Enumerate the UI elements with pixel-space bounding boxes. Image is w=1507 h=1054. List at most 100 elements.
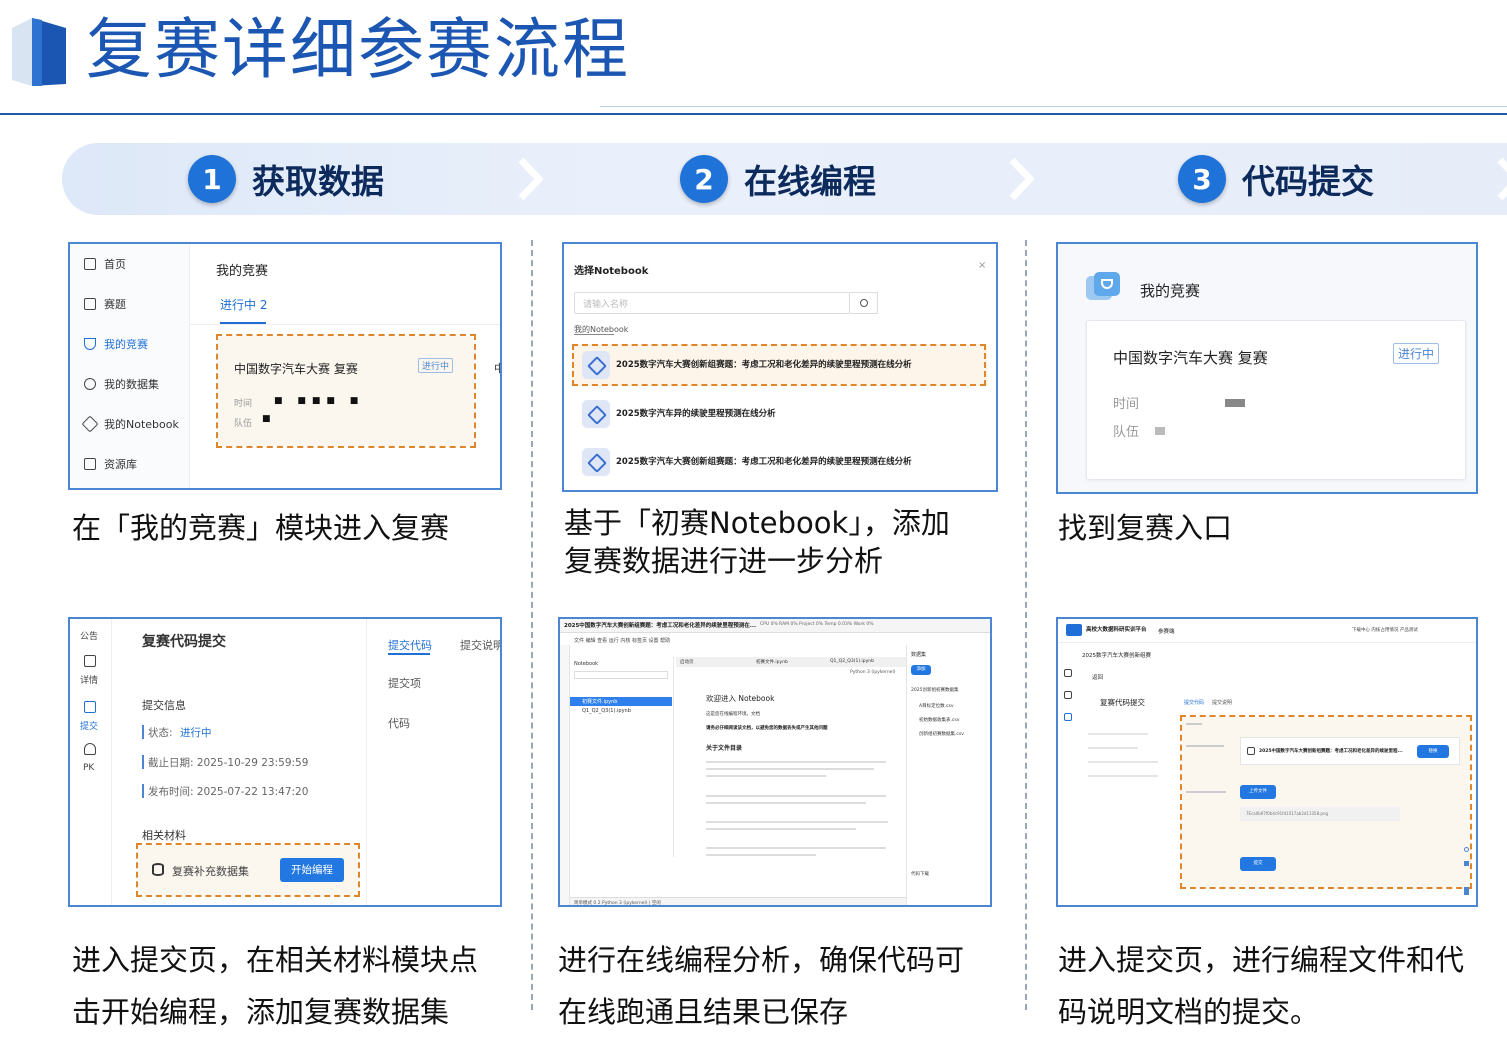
close-icon[interactable]: × — [978, 260, 986, 271]
field-label-code: 代码 — [388, 717, 410, 730]
tab-in-progress[interactable]: 进行中 2 — [220, 296, 267, 313]
home-icon — [84, 258, 96, 270]
notebook-content: 欢迎进入 Notebook 这是您在线编程环境，文档 请务必仔细阅读该文档，以避… — [676, 681, 894, 871]
step-1-label: 获取数据 — [252, 162, 384, 201]
platform-logo-icon — [1066, 624, 1082, 636]
caption-line: 复赛数据进行进一步分析 — [564, 544, 884, 578]
editor-tab[interactable]: 初赛文件.ipynb — [756, 659, 788, 665]
dataset-file[interactable]: 创新组初赛数据集.csv — [919, 731, 964, 737]
time-label: 时间 — [1113, 397, 1140, 412]
breadcrumb: 2025数字汽车大赛创新组赛 — [1082, 653, 1151, 659]
sidebar-item-label: 我的Notebook — [104, 418, 179, 431]
tab-underline — [388, 653, 430, 655]
next-card-edge: 中 — [494, 360, 500, 376]
menu-bar[interactable]: 文件 编辑 查看 运行 内核 标签页 设置 帮助 — [574, 637, 670, 644]
section-heading: 我的竞赛 — [1140, 282, 1201, 300]
notebook-item[interactable]: 2025数字汽车异的续驶里程预测在线分析 — [572, 394, 988, 434]
chevron-right-icon — [1009, 157, 1034, 201]
sidebar-item-label: 我的竞赛 — [104, 338, 148, 351]
sidebar-item-my-competitions[interactable]: 我的竞赛 — [84, 336, 148, 352]
add-dataset-button[interactable]: 添加 — [911, 665, 931, 675]
header-links[interactable]: 下载中心 内核占用情况 产品测试 — [1352, 627, 1418, 633]
search-placeholder: 请输入名称 — [583, 300, 629, 310]
step-3-number: 3 — [1178, 155, 1226, 203]
kernel-name: Python 3 (ipykernel) — [850, 670, 896, 675]
search-input[interactable]: 请输入名称 — [574, 292, 850, 314]
card-title: 中国数字汽车大赛 复赛 — [1113, 349, 1268, 367]
file-row-selected[interactable]: 初赛文件.ipynb — [570, 697, 672, 706]
team-label: 队伍 — [1113, 425, 1140, 440]
side-nav-detail[interactable]: 详情 — [80, 673, 98, 686]
sidebar-item-problems[interactable]: 赛题 — [84, 296, 126, 312]
side-nav-pk[interactable]: PK — [83, 763, 94, 773]
tab-divider — [190, 324, 500, 325]
trophy-icon — [84, 338, 96, 350]
dataset-file[interactable]: A目标定位数.csv — [919, 703, 954, 709]
notebook-name: 2025数字汽车大赛创新组赛题：考虑工况和老化差异的续驶里程预测在线分析 — [616, 457, 912, 467]
field-label-item: 提交项 — [388, 677, 421, 690]
panel-find-entry: 我的竞赛 中国数字汽车大赛 复赛 进行中 时间 队伍 — [1056, 242, 1478, 494]
chevron-right-icon — [518, 157, 543, 201]
title-underline-light — [600, 106, 1507, 107]
caption-line: 击开始编程，添加复赛数据集 — [72, 995, 450, 1029]
sidebar-item-label: 首页 — [104, 258, 126, 271]
editor-tabs: 启动页 初赛文件.ipynb Q1_Q2_Q3(1).ipynb — [676, 657, 906, 667]
platform-header: 高校大数据科研实训平台 参赛端 下载中心 内核占用情况 产品测试 — [1058, 619, 1476, 643]
notebook-icon — [582, 400, 610, 428]
notebook-name: 2025数字汽车异的续驶里程预测在线分析 — [616, 409, 776, 419]
column-divider — [531, 240, 533, 1010]
notebook-title: 2025中国数字汽车大赛创新组赛题：考虑工况和老化差异的续驶里程预测在... — [564, 623, 757, 629]
dialog-title: 选择Notebook — [574, 266, 649, 277]
competition-card[interactable]: 中国数字汽车大赛 复赛 进行中 时间 队伍 — [1086, 320, 1466, 480]
activity-bar — [560, 645, 570, 905]
tab-submit-code[interactable]: 提交代码 — [1184, 699, 1204, 706]
sidebar: 首页 赛题 我的竞赛 我的数据集 我的Notebook 资源库 — [70, 244, 190, 488]
code-download-label[interactable]: 代码下载 — [911, 871, 929, 877]
sidebar-item-my-notebook[interactable]: 我的Notebook — [81, 415, 179, 433]
deadline-text: 截止日期: 2025-10-29 23:59:59 — [148, 757, 309, 769]
detail-icon — [1064, 691, 1072, 699]
panel-file-submission: 高校大数据科研实训平台 参赛端 下载中心 内核占用情况 产品测试 2025数字汽… — [1056, 617, 1478, 907]
search-icon — [860, 299, 868, 307]
page-title: 复赛代码提交 — [142, 634, 226, 650]
panel-notebook-ide: 2025中国数字汽车大赛创新组赛题：考虑工况和老化差异的续驶里程预测在... C… — [558, 617, 992, 907]
side-nav-announcement[interactable]: 公告 — [80, 629, 98, 642]
editor-tab[interactable]: Q1_Q2_Q3(1).ipynb — [830, 659, 874, 664]
tab-submit-notes[interactable]: 提交说明 — [460, 637, 500, 653]
side-nav-submit[interactable]: 提交 — [80, 719, 98, 732]
sidebar-item-my-datasets[interactable]: 我的数据集 — [84, 376, 159, 392]
cube-icon — [81, 415, 99, 433]
step-2-label: 在线编程 — [744, 162, 876, 201]
step-1-number: 1 — [188, 155, 236, 203]
tab-submit-code[interactable]: 提交代码 — [388, 637, 432, 653]
editor-tab[interactable]: 启动页 — [680, 659, 694, 665]
tab-submit-notes[interactable]: 提交说明 — [1212, 699, 1232, 706]
about-heading: 关于文件目录 — [706, 745, 743, 752]
time-value-redacted — [1225, 399, 1245, 407]
intro-text: 这是您在线编程环境，文档 — [706, 712, 760, 717]
back-link[interactable]: 返回 — [1092, 673, 1103, 681]
chevron-right-icon — [1497, 157, 1507, 201]
step-2-number: 2 — [680, 155, 728, 203]
column-divider — [366, 619, 367, 905]
users-icon — [84, 743, 96, 755]
notebook-item[interactable]: 2025数字汽车大赛创新组赛题：考虑工况和老化差异的续驶里程预测在线分析 — [572, 442, 988, 482]
side-nav: 公告 详情 提交 PK — [70, 619, 112, 905]
detail-icon — [84, 655, 96, 667]
search-button[interactable] — [850, 292, 878, 314]
highlight-box — [216, 334, 476, 448]
dataset-file[interactable]: 初始数据收集表.csv — [919, 717, 959, 723]
caption-step1: 在「我的竞赛」模块进入复赛 — [72, 511, 450, 545]
upload-icon — [1064, 713, 1072, 721]
sidebar-item-resources[interactable]: 资源库 — [84, 456, 137, 472]
file-row[interactable]: Q1_Q2_Q3(1).ipynb — [570, 707, 672, 716]
platform-nav[interactable]: 参赛端 — [1158, 627, 1175, 635]
materials-heading: 相关材料 — [142, 829, 186, 842]
caption-line: 进入提交页，进行编程文件和代 — [1058, 943, 1465, 977]
side-icons — [1064, 669, 1074, 729]
caption-line: 进入提交页，在相关材料模块点 — [72, 943, 479, 977]
sidebar-item-home[interactable]: 首页 — [84, 256, 126, 272]
caption-line: 进行在线编程分析，确保代码可 — [558, 943, 965, 977]
file-name: 初赛文件.ipynb — [582, 699, 618, 705]
explorer-filter[interactable] — [574, 671, 668, 679]
